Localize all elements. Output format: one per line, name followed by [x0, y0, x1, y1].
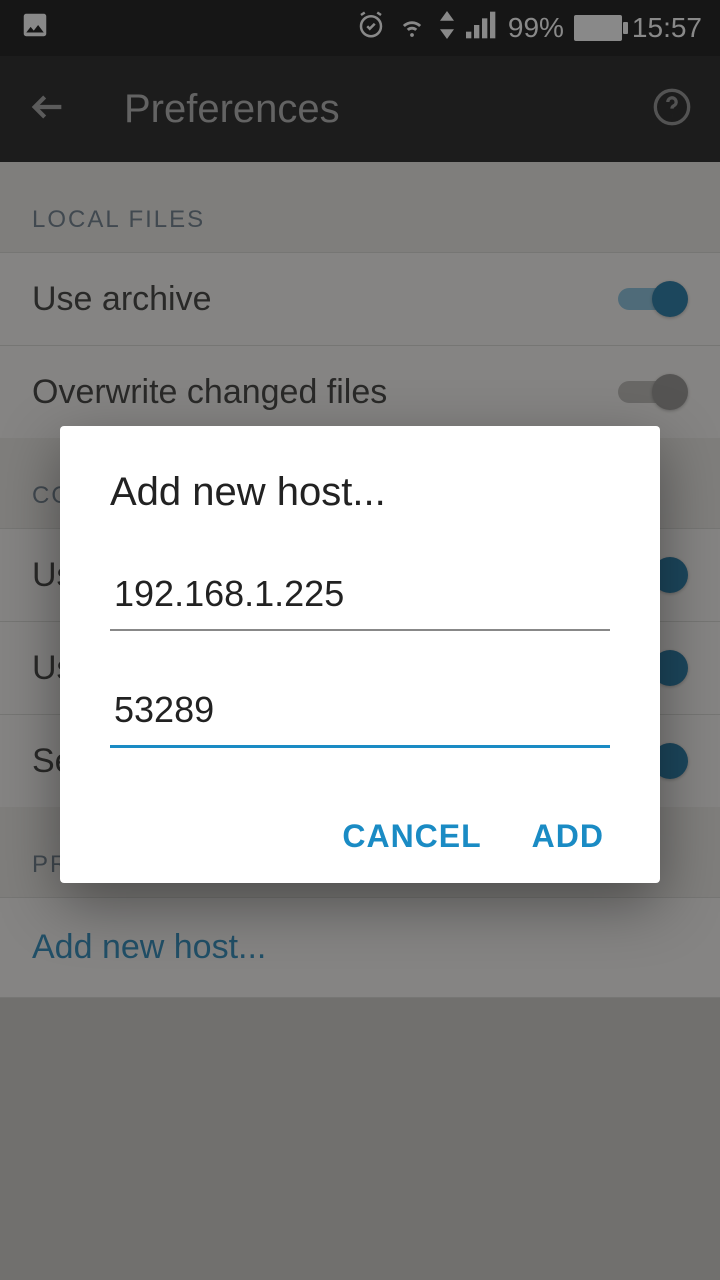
host-field[interactable]	[110, 565, 610, 631]
cancel-button[interactable]: CANCEL	[342, 818, 481, 855]
dialog-actions: CANCEL ADD	[110, 798, 610, 855]
dialog-title: Add new host...	[110, 470, 610, 515]
add-button[interactable]: ADD	[532, 818, 604, 855]
port-input[interactable]	[110, 681, 610, 748]
add-host-dialog: Add new host... CANCEL ADD	[60, 426, 660, 883]
port-field[interactable]	[110, 681, 610, 748]
host-input[interactable]	[110, 565, 610, 631]
